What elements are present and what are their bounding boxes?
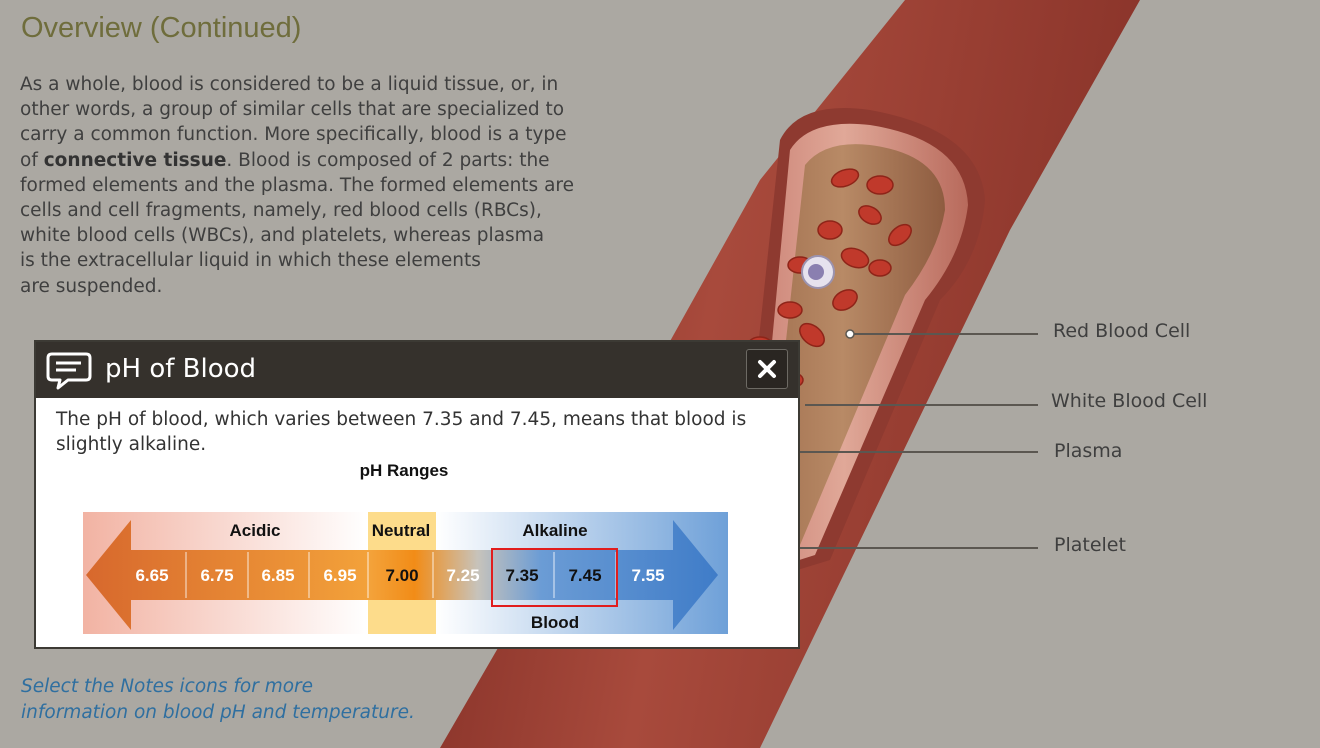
chart-title: pH Ranges xyxy=(360,461,449,480)
notes-hint: Select the Notes icons for more informat… xyxy=(21,676,415,723)
alkaline-label: Alkaline xyxy=(522,521,587,540)
ph-value-7-25: 7.25 xyxy=(446,566,479,585)
white-blood-cell-nucleus xyxy=(808,264,824,280)
close-icon xyxy=(758,360,776,378)
notes-icon xyxy=(46,352,92,390)
ph-value-6-85: 6.85 xyxy=(261,566,294,585)
acidic-label: Acidic xyxy=(229,521,280,540)
ph-value-7-00: 7.00 xyxy=(385,566,418,585)
label-plasma: Plasma xyxy=(1054,440,1123,462)
close-button[interactable] xyxy=(746,349,788,389)
blood-label: Blood xyxy=(531,613,579,632)
ph-value-7-55: 7.55 xyxy=(631,566,664,585)
popup-title: pH of Blood xyxy=(105,354,257,384)
ph-of-blood-popup: pH of Blood The pH of blood, which varie… xyxy=(34,340,800,649)
popup-header: pH of Blood xyxy=(36,342,798,398)
neutral-label: Neutral xyxy=(372,521,431,540)
ph-value-6-95: 6.95 xyxy=(323,566,356,585)
label-platelet: Platelet xyxy=(1054,534,1126,556)
ph-value-6-65: 6.65 xyxy=(135,566,168,585)
ph-value-6-75: 6.75 xyxy=(200,566,233,585)
ph-ranges-chart: pH Ranges Acidic Neutral Alkaline 6.65 6… xyxy=(83,461,728,634)
label-white-blood-cell: White Blood Cell xyxy=(1051,390,1208,412)
ph-value-7-45: 7.45 xyxy=(568,566,601,585)
ph-value-7-35: 7.35 xyxy=(505,566,538,585)
label-red-blood-cell: Red Blood Cell xyxy=(1053,320,1191,342)
popup-description: The pH of blood, which varies between 7.… xyxy=(56,409,747,455)
rbc-callout-dot xyxy=(845,329,855,339)
